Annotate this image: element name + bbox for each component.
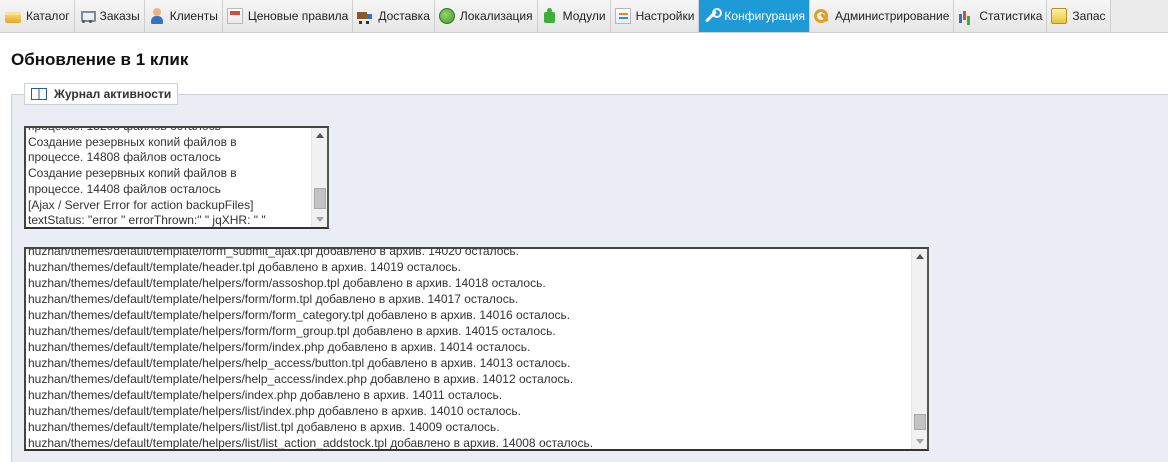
tab-5[interactable]: Доставка [353,0,435,32]
tab-4[interactable]: Ценовые правила [222,0,354,32]
globe-icon [438,8,455,24]
tab-1[interactable]: Каталог [0,0,75,32]
user-icon [149,8,165,24]
stock-icon [1051,8,1068,24]
tab-8[interactable]: Настройки [610,0,700,32]
tab-10[interactable]: Администрирование [809,0,955,32]
tab-label: Клиенты [169,9,218,23]
log-line: процессе. 15208 файлов осталось [28,126,221,133]
page-title: Обновление в 1 клик [11,50,189,69]
log-line: huzhan/themes/default/template/header.tp… [28,260,461,274]
log-line: Создание резервных копий файлов в [28,134,237,149]
book-icon [31,88,47,100]
tab-9[interactable]: Конфигурация [699,0,810,32]
log-line: [Ajax / Server Error for action backupFi… [28,197,254,212]
status-log-scrollbar[interactable] [311,128,327,227]
scroll-up-arrow-icon[interactable] [316,133,324,138]
tab-label: Заказы [99,9,140,23]
tab-label: Администрирование [834,9,950,23]
stats-chart-icon [958,8,974,24]
log-line: Создание резервных копий файлов в [28,166,237,181]
log-line: huzhan/themes/default/template/form_subm… [28,247,519,258]
tab-label: Ценовые правила [247,9,349,23]
scroll-down-arrow-icon[interactable] [916,439,924,444]
tab-7[interactable]: Модули [537,0,611,32]
tab-label: Доставка [378,9,430,23]
log-line: huzhan/themes/default/template/helpers/f… [28,276,546,290]
tab-label: Локализация [459,9,533,23]
log-line: huzhan/themes/default/template/helpers/l… [28,404,522,418]
truck-icon [357,8,373,24]
log-line: huzhan/themes/default/template/helpers/f… [28,340,531,354]
log-line: huzhan/themes/default/template/helpers/l… [28,420,500,434]
log-line: textStatus: "error " errorThrown:" " jqX… [28,213,266,227]
tab-label: Настройки [635,9,695,23]
scrollbar-thumb[interactable] [914,414,926,430]
settings-icon [614,8,631,24]
wrench-icon [703,8,723,24]
puzzle-icon [542,8,558,24]
price-tag-icon [226,8,243,24]
status-log-content: процессе. 15208 файлов осталось Создание … [28,126,311,227]
log-line: huzhan/themes/default/template/helpers/h… [28,356,571,370]
tab-12[interactable]: Запас [1047,0,1111,32]
scroll-up-arrow-icon[interactable] [916,254,924,259]
cart-icon [79,8,96,24]
detail-log-content: huzhan/themes/default/template/form_subm… [28,247,911,449]
tab-label: Модули [562,9,606,23]
activity-log-legend: Журнал активности [24,83,179,105]
folder-icon [5,11,21,23]
detail-log-textarea[interactable]: huzhan/themes/default/template/form_subm… [24,247,929,451]
tab-label: Каталог [26,9,70,23]
tab-label: Статистика [979,9,1043,23]
status-log-textarea[interactable]: процессе. 15208 файлов осталось Создание … [24,126,329,229]
log-line: huzhan/themes/default/template/helpers/f… [28,324,556,338]
activity-log-legend-label: Журнал активности [54,87,172,101]
tab-label: Конфигурация [724,9,805,23]
log-line: процессе. 14408 файлов осталось [28,181,221,196]
tab-2[interactable]: Заказы [74,0,145,32]
tab-6[interactable]: Локализация [434,0,538,32]
log-line: huzhan/themes/default/template/helpers/i… [28,388,503,402]
log-line: процессе. 14808 файлов осталось [28,150,221,165]
scrollbar-thumb[interactable] [314,188,326,209]
key-icon [813,8,830,24]
scroll-down-arrow-icon[interactable] [316,217,324,222]
log-line: huzhan/themes/default/template/helpers/h… [28,372,574,386]
tab-3[interactable]: Клиенты [144,0,223,32]
admin-tab-bar: Каталог Заказы Клиенты Ценовые правила Доста… [0,0,1168,33]
log-line: huzhan/themes/default/template/helpers/f… [28,292,519,306]
tab-label: Запас [1072,9,1106,23]
log-line: huzhan/themes/default/template/helpers/f… [28,308,571,322]
tab-11[interactable]: Статистика [954,0,1048,32]
detail-log-scrollbar[interactable] [911,249,927,449]
log-line: huzhan/themes/default/template/helpers/l… [28,436,594,449]
